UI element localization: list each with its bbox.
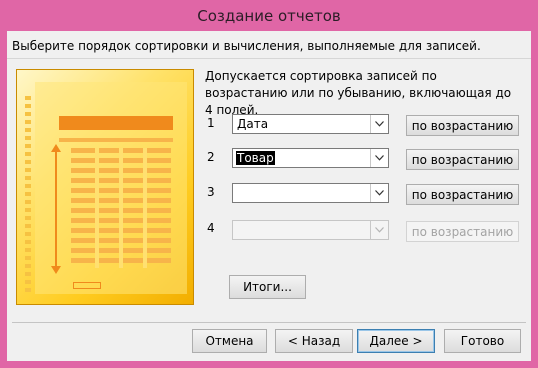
sort-arrow-line xyxy=(55,150,57,268)
chevron-down-icon[interactable] xyxy=(370,184,388,202)
footer-divider xyxy=(12,322,526,323)
cancel-button[interactable]: Отмена xyxy=(192,329,267,353)
back-button[interactable]: < Назад xyxy=(275,329,353,353)
sort-row-number: 1 xyxy=(207,116,215,130)
chevron-down-icon[interactable] xyxy=(370,221,388,239)
illustration-column-gap xyxy=(95,148,99,268)
sort-arrow-down-icon xyxy=(51,266,61,274)
chevron-down-icon[interactable] xyxy=(370,115,388,133)
illustration-column-gap xyxy=(143,148,147,268)
next-button[interactable]: Далее > xyxy=(357,329,435,353)
summary-options-button[interactable]: Итоги... xyxy=(229,275,306,299)
sort-order-button-1[interactable]: по возрастанию xyxy=(406,115,519,136)
illustration-title-bar xyxy=(59,116,173,130)
sort-row-number: 2 xyxy=(207,150,215,164)
sort-arrow-up-icon xyxy=(51,144,61,152)
sort-order-button-3[interactable]: по возрастанию xyxy=(406,184,519,205)
illustration-dots xyxy=(25,96,31,296)
sort-info-text: Допускается сортировка записей по возрас… xyxy=(205,69,512,117)
sort-field-combo-1[interactable]: Дата xyxy=(232,114,389,134)
report-wizard-window: Создание отчетов Выберите порядок сортир… xyxy=(0,0,538,368)
sort-row-number: 4 xyxy=(207,221,215,235)
window-title: Создание отчетов xyxy=(197,6,341,25)
sort-field-combo-3[interactable] xyxy=(232,183,389,203)
sort-field-combo-4[interactable] xyxy=(232,220,389,240)
finish-button[interactable]: Готово xyxy=(444,329,521,353)
instruction-text: Выберите порядок сортировки и вычисления… xyxy=(12,39,481,53)
report-preview-illustration xyxy=(16,69,194,305)
sort-field-value: Товар xyxy=(236,151,275,165)
wizard-client-area: Выберите порядок сортировки и вычисления… xyxy=(7,31,531,361)
chevron-down-icon[interactable] xyxy=(370,149,388,167)
sort-row-number: 3 xyxy=(207,185,215,199)
sort-order-button-4[interactable]: по возрастанию xyxy=(406,221,519,242)
sort-field-combo-2[interactable]: Товар xyxy=(232,148,389,168)
header-divider xyxy=(7,58,531,59)
sort-field-value: Дата xyxy=(237,117,269,131)
sort-order-button-2[interactable]: по возрастанию xyxy=(406,149,519,170)
illustration-header-line xyxy=(59,138,173,142)
illustration-column-gap xyxy=(119,148,123,268)
illustration-footer-box xyxy=(73,282,101,289)
